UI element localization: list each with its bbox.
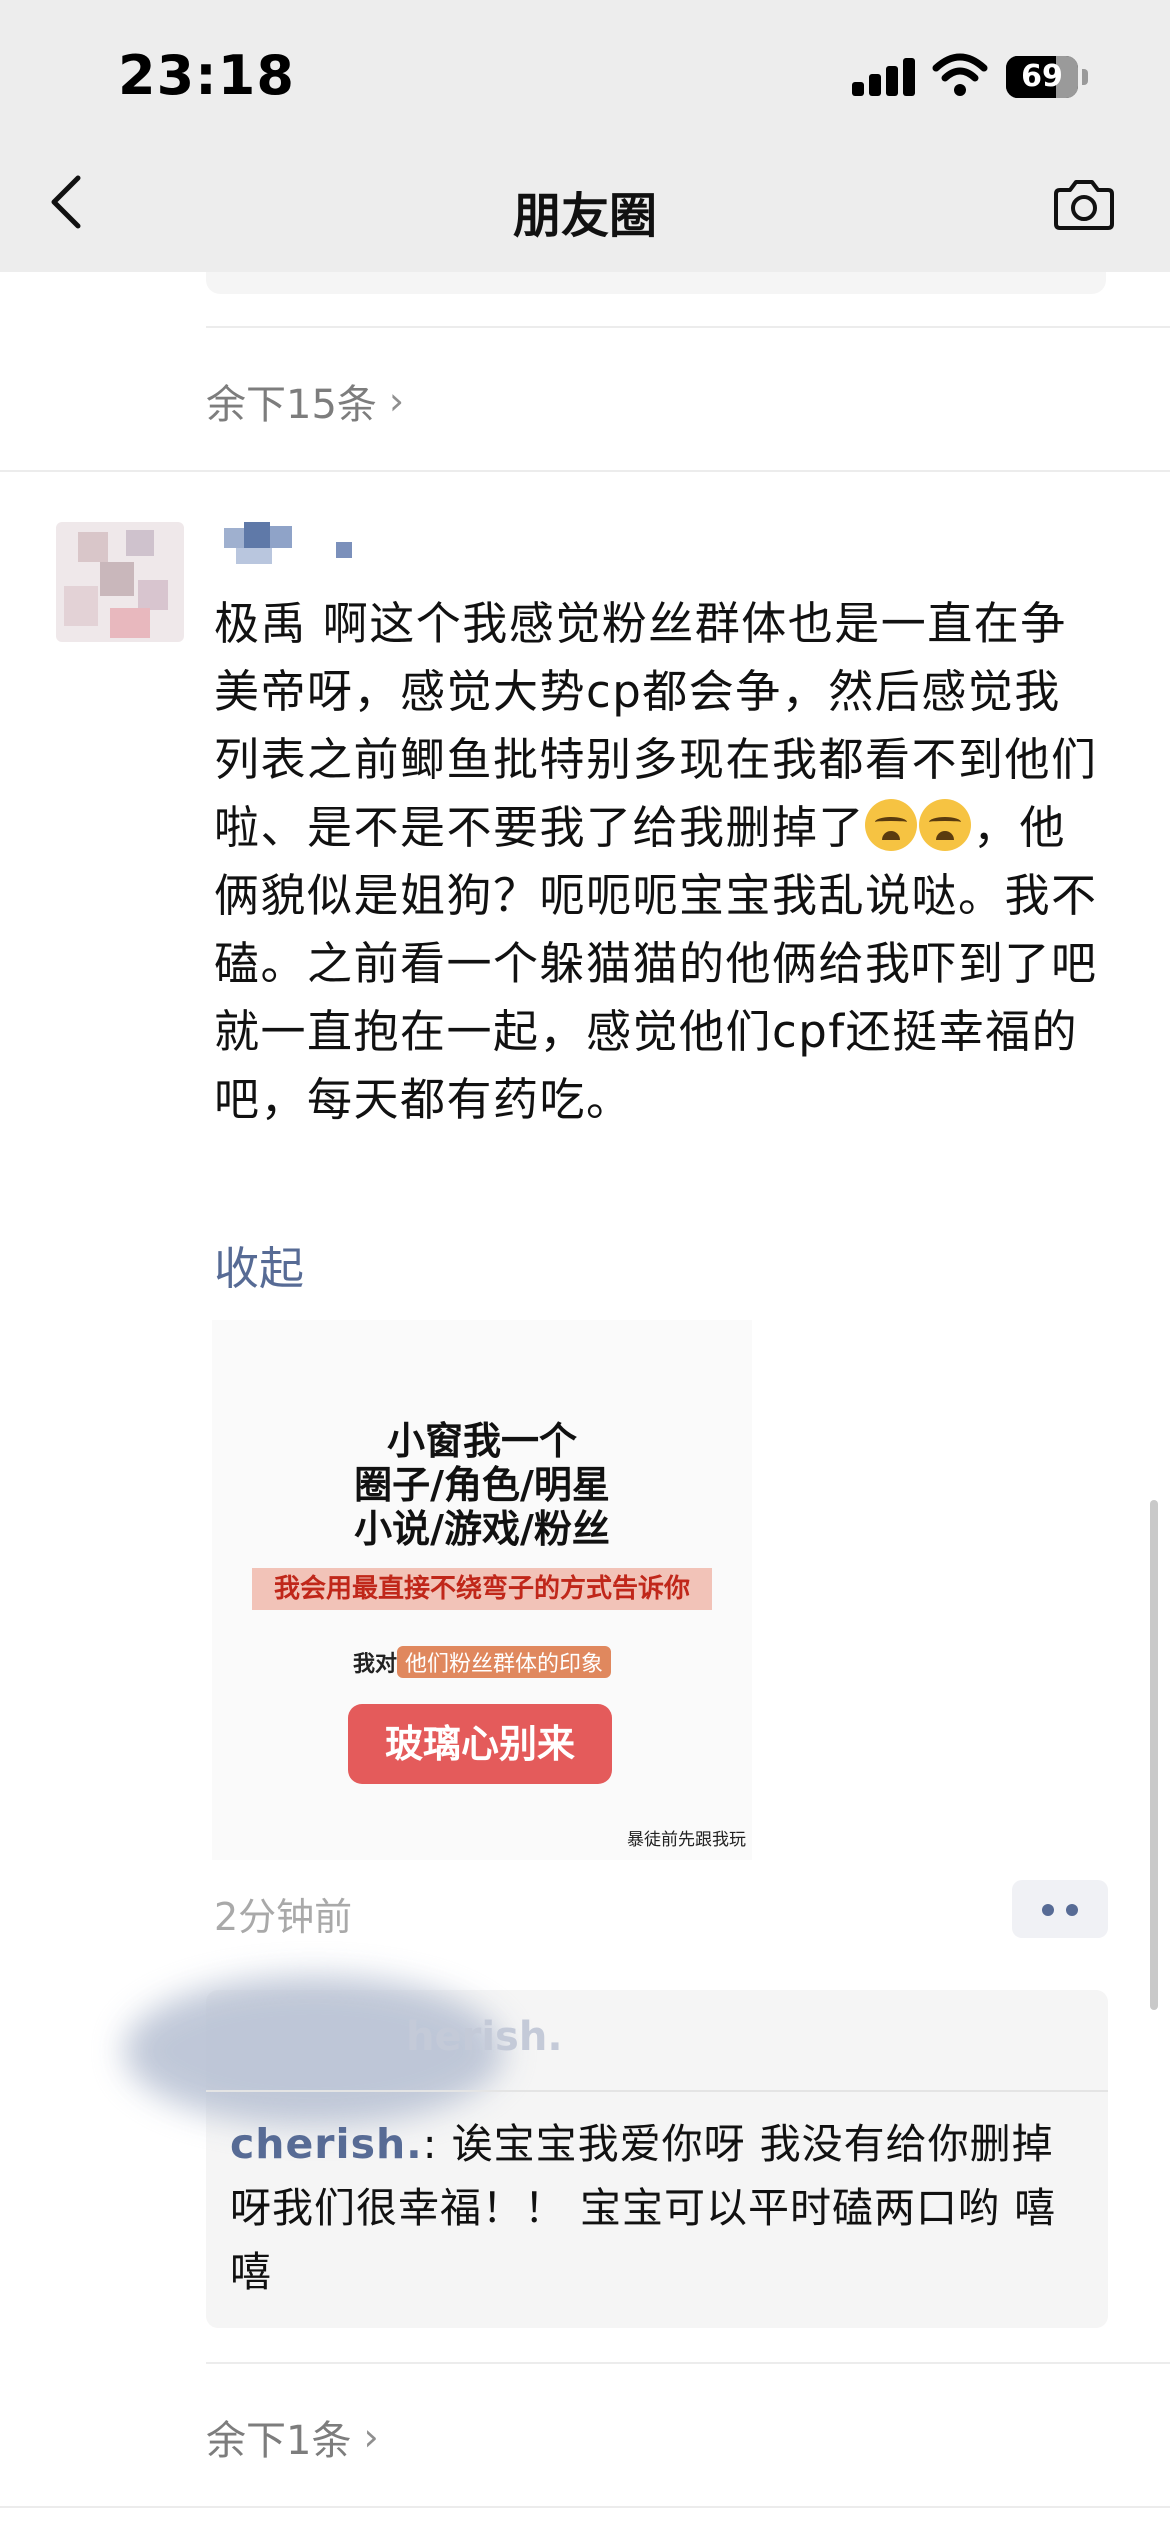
image-row-prefix: 我对 — [352, 1652, 397, 1677]
image-pill: 玻璃心别来 — [348, 1704, 612, 1784]
avatar[interactable] — [56, 522, 184, 642]
divider — [206, 326, 1170, 328]
divider — [206, 2362, 1170, 2364]
comment-author[interactable]: cherish. — [230, 2120, 423, 2168]
post-timestamp: 2分钟前 — [214, 1895, 353, 1939]
crying-face-emoji-icon — [919, 799, 972, 851]
image-row-tag: 他们粉丝群体的印象 — [397, 1646, 612, 1678]
more-comments-link[interactable]: 余下1条 › — [206, 2408, 379, 2466]
image-caption: 暴徒前先跟我玩 — [627, 1830, 746, 1850]
username-pixelated[interactable] — [224, 522, 384, 582]
status-time: 23:18 — [118, 44, 295, 107]
cellular-signal-icon — [852, 56, 916, 96]
image-title-line: 小说/游戏/粉丝 — [354, 1507, 610, 1551]
image-banner: 我会用最直接不绕弯子的方式告诉你 — [252, 1568, 712, 1610]
image-row: 我对 他们粉丝群体的印象 — [212, 1646, 752, 1678]
camera-icon — [1054, 180, 1114, 230]
more-actions-button[interactable] — [1012, 1880, 1108, 1938]
likes-row: herish. — [124, 1976, 1108, 2126]
image-title-line: 小窗我一个 — [386, 1419, 577, 1463]
comment-box: herish. cherish.: 诶宝宝我爱你呀 我没有给你删掉呀我们很幸福！… — [124, 1976, 1108, 2328]
wifi-icon — [932, 53, 988, 96]
liker-name[interactable]: herish. — [406, 2014, 563, 2060]
chevron-right-icon: › — [363, 2415, 379, 2459]
crying-face-emoji-icon — [865, 799, 918, 851]
post-image[interactable]: 小窗我一个 圈子/角色/明星 小说/游戏/粉丝 我会用最直接不绕弯子的方式告诉你… — [212, 1320, 752, 1860]
dot-icon — [1066, 1904, 1078, 1916]
post-divider — [0, 470, 1170, 472]
battery-body: 69 — [1006, 56, 1078, 98]
more-comments-link[interactable]: 余下15条 › — [206, 372, 404, 430]
more-comments-label: 余下1条 — [206, 2418, 352, 2464]
comment-separator — [206, 2090, 1108, 2092]
top-bar: 23:18 69 朋友圈 — [0, 0, 1170, 272]
post-text: 极禹 啊这个我感觉粉丝群体也是一直在争美帝呀，感觉大势cp都会争，然后感觉我列表… — [214, 590, 1104, 1134]
post-divider — [0, 2506, 1170, 2508]
chevron-right-icon: › — [388, 379, 405, 423]
comment[interactable]: cherish.: 诶宝宝我爱你呀 我没有给你删掉呀我们很幸福！！ 宝宝可以平时… — [230, 2112, 1090, 2304]
scrollbar[interactable] — [1150, 1500, 1158, 2010]
page-title: 朋友圈 — [512, 188, 657, 244]
more-comments-label: 余下15条 — [206, 382, 377, 428]
collapse-link[interactable]: 收起 — [214, 1232, 304, 1297]
camera-button[interactable] — [1052, 178, 1116, 232]
battery-icon: 69 — [1006, 56, 1088, 98]
image-title-line: 圈子/角色/明星 — [354, 1463, 610, 1507]
comment-colon: : — [422, 2120, 452, 2168]
battery-percent: 69 — [1021, 59, 1063, 94]
dot-icon — [1042, 1904, 1054, 1916]
battery-cap — [1082, 69, 1088, 85]
